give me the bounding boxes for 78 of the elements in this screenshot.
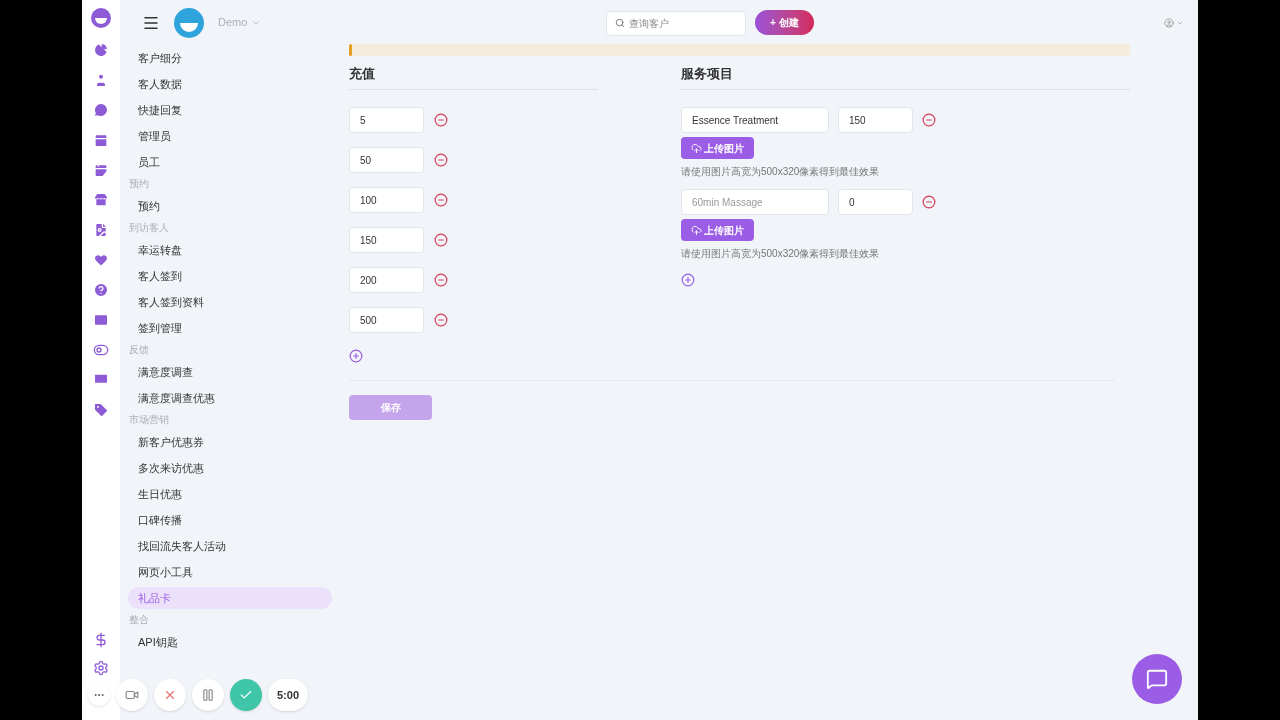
sidebar-item[interactable]: 生日优惠 bbox=[128, 483, 332, 505]
sidebar-item[interactable]: 满意度调查优惠 bbox=[128, 387, 332, 409]
sidebar-item[interactable]: 员工 bbox=[128, 151, 332, 173]
section-heading: 到访客人 bbox=[128, 221, 170, 235]
sidebar-item[interactable]: 客人签到 bbox=[128, 265, 332, 287]
camera-button[interactable] bbox=[116, 679, 148, 711]
sidebar-item[interactable]: 网页小工具 bbox=[128, 561, 332, 583]
amount-field[interactable]: 200 bbox=[349, 267, 424, 293]
remove-icon[interactable] bbox=[434, 113, 448, 127]
store-icon[interactable] bbox=[93, 192, 109, 208]
price-field[interactable]: 150 bbox=[838, 107, 913, 133]
pause-icon bbox=[201, 688, 215, 702]
sidebar-item[interactable]: 签到管理 bbox=[128, 317, 332, 339]
cloud-upload-icon bbox=[691, 142, 702, 154]
sidebar-item[interactable]: API钥匙 bbox=[128, 631, 332, 653]
sidebar-item[interactable]: 幸运转盘 bbox=[128, 239, 332, 261]
calendar-add-icon[interactable] bbox=[93, 162, 109, 178]
settings-icon[interactable] bbox=[93, 660, 109, 676]
video-camera-icon bbox=[125, 688, 139, 702]
sidebar-item[interactable]: 管理员 bbox=[128, 125, 332, 147]
section-heading: 反馈 bbox=[128, 343, 150, 357]
remove-icon[interactable] bbox=[922, 113, 936, 127]
remove-icon[interactable] bbox=[434, 193, 448, 207]
amount-field[interactable]: 50 bbox=[349, 147, 424, 173]
dollar-icon[interactable] bbox=[93, 632, 109, 648]
hint-text: 请使用图片高宽为500x320像素得到最佳效果 bbox=[681, 165, 881, 179]
add-icon[interactable] bbox=[349, 349, 363, 363]
remove-icon[interactable] bbox=[434, 273, 448, 287]
remove-icon[interactable] bbox=[922, 195, 936, 209]
search-field[interactable]: 查询客户 bbox=[606, 11, 746, 36]
brand-logo-icon[interactable] bbox=[174, 7, 204, 38]
section-heading: 市场营销 bbox=[128, 413, 170, 427]
sidebar-item[interactable]: 快捷回复 bbox=[128, 99, 332, 121]
chat-icon bbox=[1146, 668, 1168, 690]
hint-text: 请使用图片高宽为500x320像素得到最佳效果 bbox=[681, 247, 881, 261]
sidebar-item[interactable]: 客人数据 bbox=[128, 73, 332, 95]
sidebar-item[interactable]: 满意度调查 bbox=[128, 361, 332, 383]
logo-icon[interactable] bbox=[91, 8, 111, 28]
remove-icon[interactable] bbox=[434, 233, 448, 247]
create-button[interactable]: + 创建 bbox=[755, 10, 814, 35]
sidebar-item[interactable]: 口碑传播 bbox=[128, 509, 332, 531]
amount-field[interactable]: 500 bbox=[349, 307, 424, 333]
service-name-field[interactable]: 60min Massage bbox=[681, 189, 829, 215]
image-file-icon[interactable] bbox=[93, 222, 109, 238]
heart-chat-icon[interactable] bbox=[93, 252, 109, 268]
pie-chart-icon[interactable] bbox=[93, 42, 109, 58]
upload-button[interactable]: 上传图片 bbox=[681, 137, 754, 159]
sidebar-item[interactable]: 找回流失客人活动 bbox=[128, 535, 332, 557]
remove-icon[interactable] bbox=[434, 313, 448, 327]
section-heading: 预约 bbox=[128, 177, 150, 191]
service-name-field[interactable]: Essence Treatment bbox=[681, 107, 829, 133]
chat-icon[interactable] bbox=[93, 102, 109, 118]
sidebar-item[interactable]: 客户细分 bbox=[128, 47, 332, 69]
section-title: 充值 bbox=[349, 65, 376, 82]
check-icon bbox=[239, 688, 253, 702]
close-icon bbox=[163, 688, 177, 702]
amount-field[interactable]: 150 bbox=[349, 227, 424, 253]
add-icon[interactable] bbox=[681, 273, 695, 287]
sidebar-item[interactable]: 多次来访优惠 bbox=[128, 457, 332, 479]
section-title: 服务项目 bbox=[681, 65, 734, 82]
tag-icon[interactable] bbox=[93, 402, 109, 418]
remove-icon[interactable] bbox=[434, 153, 448, 167]
help-icon[interactable] bbox=[93, 282, 109, 298]
chat-button[interactable] bbox=[1132, 654, 1182, 704]
price-field[interactable]: 0 bbox=[838, 189, 913, 215]
section-heading: 整合 bbox=[128, 613, 150, 627]
sidebar-item[interactable]: 新客户优惠券 bbox=[128, 431, 332, 453]
sidebar-item[interactable]: 客人签到资料 bbox=[128, 291, 332, 313]
toggle-icon[interactable] bbox=[93, 342, 109, 358]
search-icon bbox=[615, 18, 625, 28]
pause-button[interactable] bbox=[192, 679, 224, 711]
upload-button[interactable]: 上传图片 bbox=[681, 219, 754, 241]
calendar-icon[interactable] bbox=[93, 132, 109, 148]
sidebar-item[interactable]: 预约 bbox=[128, 195, 332, 217]
timer: 5:00 bbox=[268, 679, 309, 711]
amount-field[interactable]: 5 bbox=[349, 107, 424, 133]
amount-field[interactable]: 100 bbox=[349, 187, 424, 213]
cloud-upload-icon bbox=[691, 224, 702, 236]
